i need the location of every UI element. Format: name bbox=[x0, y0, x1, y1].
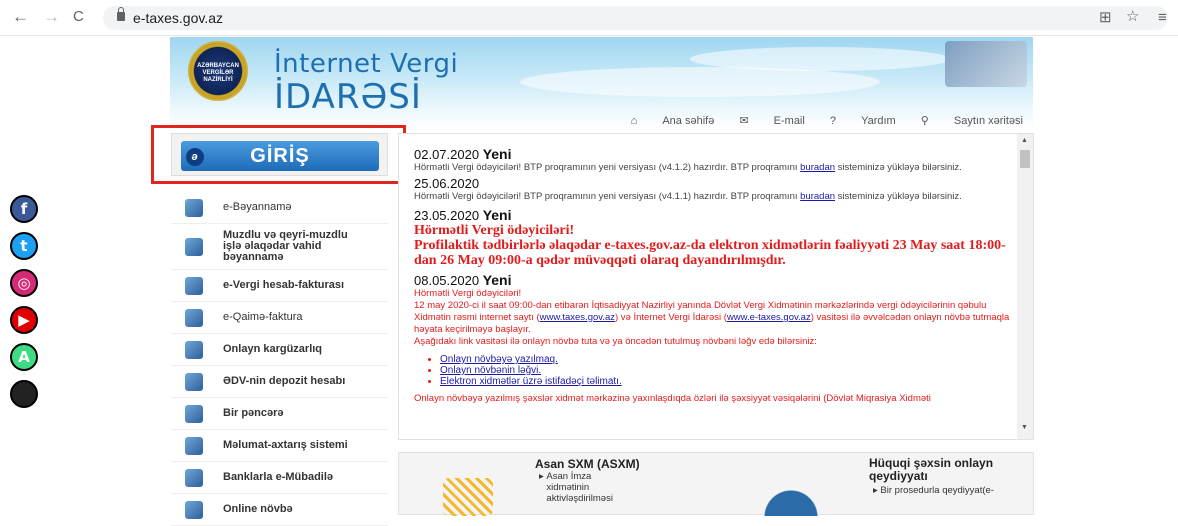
back-icon[interactable]: ← bbox=[12, 7, 29, 27]
sidebar-item[interactable]: Muzdlu və qeyri-muzdlu işlə əlaqədar vah… bbox=[171, 224, 388, 270]
android-icon[interactable]: A bbox=[10, 343, 38, 371]
sitemap-link[interactable]: ⚲ Saytın xəritəsi bbox=[921, 115, 1023, 127]
menu-item-icon bbox=[185, 198, 203, 217]
menu-item-icon bbox=[185, 500, 203, 519]
news-panel: 02.07.2020 Yeni Hörmətli Vergi ödəyicilə… bbox=[398, 133, 1034, 440]
youtube-icon[interactable]: ▶ bbox=[10, 306, 38, 334]
download-link[interactable]: buradan bbox=[800, 162, 835, 173]
news-body: Profilaktik tədbirlərlə əlaqədar e-taxes… bbox=[414, 238, 1006, 268]
sidebar-item-label: Bir pəncərə bbox=[223, 407, 284, 419]
lock-icon bbox=[117, 7, 125, 21]
url-text: e-taxes.gov.az bbox=[133, 10, 224, 26]
sidebar-item-label: e-Bəyannamə bbox=[223, 201, 292, 213]
menu-item-icon bbox=[185, 372, 203, 391]
site-title-line1: İnternet Vergi bbox=[274, 49, 459, 79]
scroll-thumb[interactable] bbox=[1020, 150, 1030, 168]
list-item[interactable]: Onlayn növbənin ləğvi. bbox=[440, 365, 1010, 376]
translate-icon[interactable]: ⊞ bbox=[1099, 8, 1112, 26]
asan-title[interactable]: Asan SXM (ASXM) bbox=[535, 457, 640, 471]
facebook-icon[interactable]: f bbox=[10, 195, 38, 223]
sidebar-item-label: ƏDV-nin depozit hesabı bbox=[223, 375, 346, 387]
apple-icon[interactable] bbox=[10, 380, 38, 408]
menu-icon[interactable]: ≡ bbox=[1158, 9, 1167, 26]
instagram-icon[interactable]: ◎ bbox=[10, 269, 38, 297]
news-date: 08.05.2020 Yeni bbox=[414, 272, 512, 288]
download-link[interactable]: buradan bbox=[800, 191, 835, 202]
e-taxes-link[interactable]: www.e-taxes.gov.az bbox=[727, 312, 811, 323]
email-link[interactable]: ✉ E-mail bbox=[739, 115, 804, 127]
scroll-up-icon[interactable]: ▲ bbox=[1021, 137, 1028, 144]
forward-icon[interactable]: → bbox=[43, 7, 60, 27]
officials-photo bbox=[945, 41, 1027, 87]
sidebar-item-label: e-Vergi hesab-fakturası bbox=[223, 279, 345, 291]
news-heading: Hörmətli Vergi ödəyiciləri! bbox=[414, 223, 575, 238]
services-strip: Asan SXM (ASXM) ▸ Asan İmza xidmətinin a… bbox=[398, 452, 1034, 516]
sidebar-item-label: Muzdlu və qeyri-muzdlu işlə əlaqədar vah… bbox=[223, 229, 348, 263]
site-header: AZƏRBAYCAN VERGİLƏR NAZİRLİYİ İnternet V… bbox=[170, 37, 1033, 129]
list-item[interactable]: Elektron xidmətlər üzrə istifadəçi təlim… bbox=[440, 376, 1010, 387]
list-item[interactable]: Onlayn növbəyə yazılmaq. bbox=[440, 354, 1010, 365]
taxes-link[interactable]: www.taxes.gov.az bbox=[540, 312, 615, 323]
news-greeting: Hörmətli Vergi ödəyiciləri! bbox=[414, 288, 522, 299]
sidebar-item-label: e-Qaimə-faktura bbox=[223, 311, 303, 323]
help-link[interactable]: ? Yardım bbox=[830, 115, 896, 127]
news-scrollbar[interactable]: ▲ ▼ bbox=[1017, 134, 1033, 439]
sidebar-item[interactable]: ƏDV-nin depozit hesabı bbox=[171, 366, 388, 398]
reload-icon[interactable]: C bbox=[73, 7, 84, 27]
news-date: 02.07.2020 Yeni bbox=[414, 146, 512, 162]
menu-item-icon bbox=[185, 237, 203, 256]
scroll-down-icon[interactable]: ▼ bbox=[1021, 424, 1028, 431]
sidebar-item[interactable]: e-Vergi hesab-fakturası bbox=[171, 270, 388, 302]
people-icon bbox=[751, 477, 831, 516]
news-date: 25.06.2020 bbox=[414, 176, 480, 191]
sidebar-item[interactable]: Bir pəncərə bbox=[171, 398, 388, 430]
site-title-line2: İDARƏSİ bbox=[274, 77, 422, 117]
bookmark-star-icon[interactable]: ☆ bbox=[1126, 7, 1139, 25]
address-bar[interactable]: e-taxes.gov.az ⊞ ☆ bbox=[103, 6, 1168, 30]
sidebar-item-label: Onlayn kargüzarlıq bbox=[223, 343, 323, 355]
sidebar-item-label: Online növbə bbox=[223, 503, 293, 515]
news-text: Hörmətli Vergi ödəyiciləri! BTP proqramı… bbox=[414, 191, 962, 202]
menu-item-icon bbox=[185, 436, 203, 455]
sidebar-item[interactable]: Banklarla e-Mübadilə bbox=[171, 462, 388, 494]
sidebar-item[interactable]: e-Bəyannamə bbox=[171, 192, 388, 224]
asan-logo bbox=[443, 478, 493, 516]
twitter-icon[interactable]: t bbox=[10, 232, 38, 260]
tax-ministry-emblem: AZƏRBAYCAN VERGİLƏR NAZİRLİYİ bbox=[188, 41, 248, 101]
sidebar-item[interactable]: Məlumat-axtarış sistemi bbox=[171, 430, 388, 462]
asan-subtitle[interactable]: ▸ Asan İmza xidmətinin aktivləşdirilməsi bbox=[539, 471, 626, 504]
sidebar-item-label: Banklarla e-Mübadilə bbox=[223, 471, 334, 483]
news-text: 12 may 2020-ci il saat 09:00-dan etibarə… bbox=[414, 300, 1010, 335]
sidebar-item-label: Məlumat-axtarış sistemi bbox=[223, 439, 348, 451]
news-text: Onlayn növbəyə yazılmış şəxslər xidmət m… bbox=[414, 393, 931, 404]
menu-item-icon bbox=[185, 468, 203, 487]
news-text: Aşağıdakı link vasitəsi ilə onlayn növbə… bbox=[414, 336, 817, 347]
browser-toolbar: ← → C e-taxes.gov.az ⊞ ☆ ≡ bbox=[0, 0, 1178, 36]
news-text: Hörmətli Vergi ödəyiciləri! BTP proqramı… bbox=[414, 162, 962, 173]
sidebar-item[interactable]: Onlayn kargüzarlıq bbox=[171, 334, 388, 366]
menu-item-icon bbox=[185, 404, 203, 423]
sidebar-menu: e-Bəyannamə Muzdlu və qeyri-muzdlu işlə ə… bbox=[171, 192, 388, 526]
header-links: ⌂ Ana səhifə ✉ E-mail ? Yardım ⚲ Saytın … bbox=[609, 114, 1023, 127]
menu-item-icon bbox=[185, 340, 203, 359]
menu-item-icon bbox=[185, 308, 203, 327]
sidebar-item[interactable]: e-Qaimə-faktura bbox=[171, 302, 388, 334]
queue-links-list: Onlayn növbəyə yazılmaq. Onlayn növbənin… bbox=[440, 354, 1010, 387]
home-link[interactable]: ⌂ Ana səhifə bbox=[631, 115, 715, 127]
menu-item-icon bbox=[185, 276, 203, 295]
sidebar-item[interactable]: Online növbə bbox=[171, 494, 388, 526]
legal-entity-title[interactable]: Hüquqi şəxsin onlayn qeydiyyatı bbox=[869, 457, 1019, 483]
news-date: 23.05.2020 Yeni bbox=[414, 207, 512, 223]
legal-entity-subtitle[interactable]: ▸ Bir prosedurla qeydiyyat(e- bbox=[873, 485, 994, 496]
highlight-frame bbox=[151, 125, 406, 184]
